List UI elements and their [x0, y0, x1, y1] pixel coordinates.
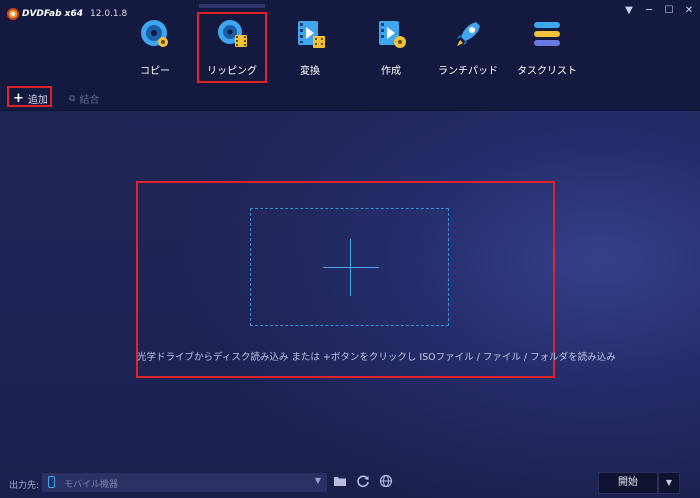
globe-icon[interactable]	[378, 474, 394, 490]
active-tab-indicator	[199, 4, 265, 8]
menu-dropdown-icon[interactable]: ▼	[624, 6, 634, 16]
start-options-dropdown[interactable]: ▼	[658, 472, 680, 494]
minimize-icon[interactable]: ─	[644, 6, 654, 16]
module-copy-label: コピー	[140, 66, 170, 77]
merge-button-label: 結合	[79, 95, 100, 106]
window-controls: ▼ ─ ☐ ✕	[624, 6, 694, 16]
add-plus-icon[interactable]	[323, 267, 379, 268]
merge-icon: ⧉	[69, 93, 76, 104]
maximize-icon[interactable]: ☐	[664, 6, 674, 16]
module-launchpad[interactable]: ランチパッド	[433, 18, 503, 77]
output-label: 出力先:	[9, 481, 40, 491]
module-converter-label: 変換	[300, 66, 320, 77]
module-creator[interactable]: 作成	[356, 18, 426, 77]
module-launchpad-label: ランチパッド	[438, 66, 498, 77]
app-logo: DVDFab x64 12.0.1.8	[7, 8, 127, 20]
ripper-highlight-box	[197, 12, 267, 83]
drop-zone[interactable]	[250, 208, 449, 326]
plus-icon: +	[13, 91, 24, 106]
dvdfab-logo-icon	[7, 8, 19, 20]
converter-film-icon	[294, 18, 326, 50]
creator-film-icon	[375, 18, 407, 50]
tasklist-bars-icon	[531, 18, 563, 50]
output-value: モバイル機器	[64, 480, 119, 490]
add-plus-icon-vertical[interactable]	[350, 239, 351, 296]
start-button[interactable]: 開始	[598, 472, 658, 494]
launchpad-rocket-icon	[452, 18, 484, 50]
module-converter[interactable]: 変換	[275, 18, 345, 77]
refresh-icon[interactable]	[355, 474, 371, 490]
module-tasklist-label: タスクリスト	[517, 66, 577, 77]
close-icon[interactable]: ✕	[684, 6, 694, 16]
app-name: DVDFab x64	[22, 9, 84, 19]
add-button-label: 追加	[27, 95, 48, 106]
copy-disc-icon	[139, 18, 171, 50]
module-creator-label: 作成	[381, 66, 401, 77]
toolbar-divider	[0, 110, 700, 111]
module-tasklist[interactable]: タスクリスト	[512, 18, 582, 77]
merge-button[interactable]: ⧉ 結合	[69, 91, 100, 107]
mobile-device-icon	[48, 476, 55, 488]
add-button[interactable]: + 追加	[13, 91, 48, 106]
output-select[interactable]: モバイル機器 ▼	[42, 473, 327, 492]
module-copy[interactable]: コピー	[120, 18, 190, 77]
chevron-down-icon[interactable]: ▼	[315, 476, 321, 485]
folder-icon[interactable]	[332, 474, 348, 490]
drop-hint-text: 光学ドライブからディスク読み込み または +ボタンをクリックし ISOファイル …	[137, 352, 616, 363]
